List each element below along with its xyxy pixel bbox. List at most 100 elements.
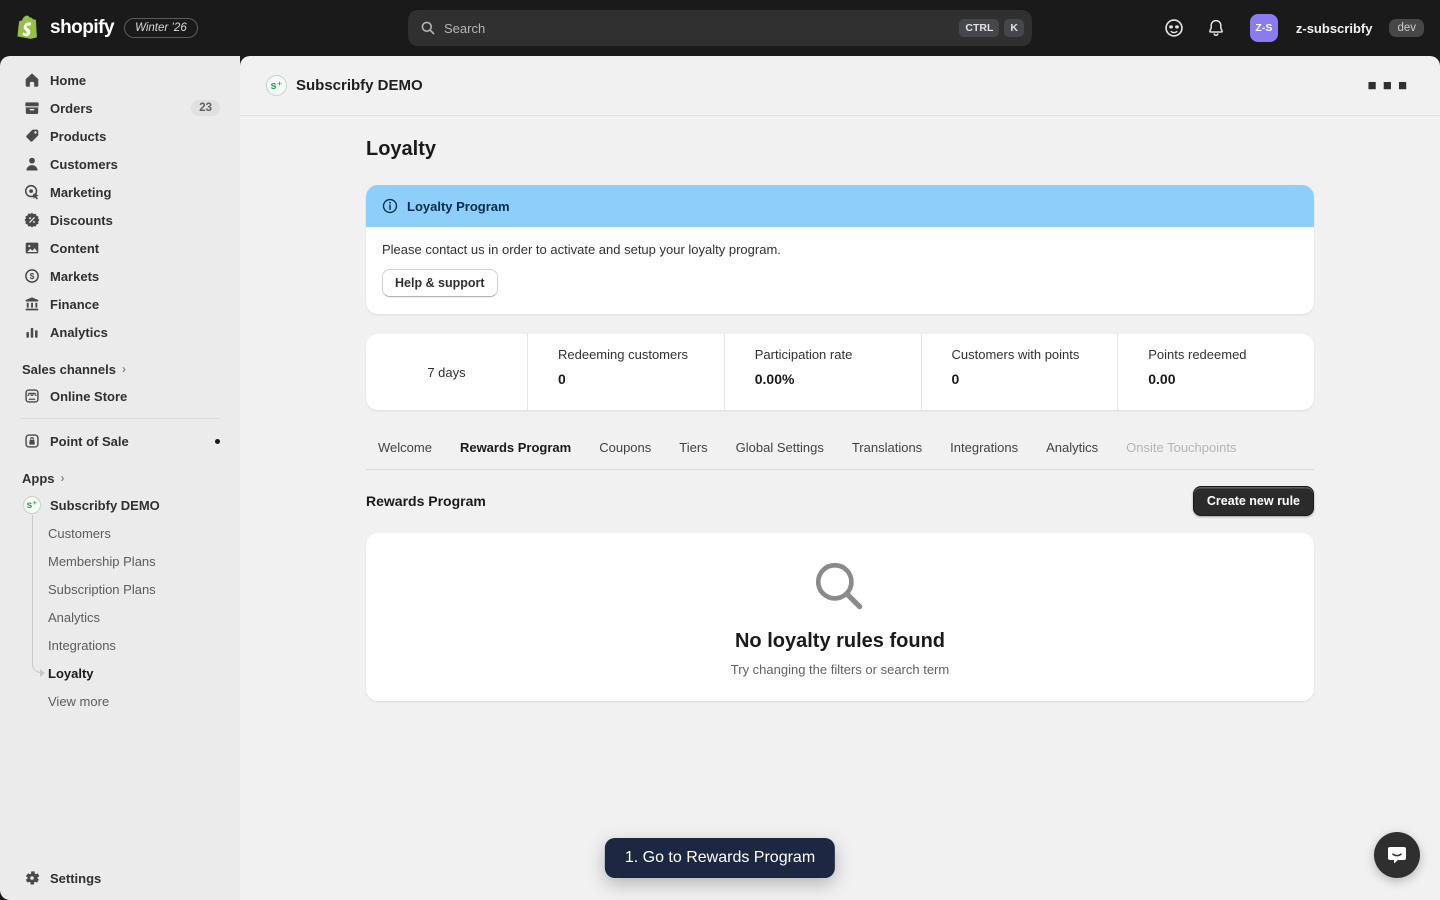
sidebar-item-label: Discounts	[50, 213, 113, 228]
empty-state-subtitle: Try changing the filters or search term	[731, 662, 949, 677]
stat-participation-rate: Participation rate 0.00%	[725, 334, 922, 410]
sidebar-item-online-store[interactable]: Online Store	[12, 382, 228, 410]
shopify-bag-icon	[16, 14, 42, 42]
topbar-right: Z-S z-subscribfy dev	[1158, 12, 1424, 44]
chat-launcher-button[interactable]	[1374, 832, 1420, 878]
chevron-right-icon: ›	[61, 471, 65, 485]
sidebar-subitem-membership-plans[interactable]: Membership Plans	[12, 547, 228, 575]
content-icon	[22, 239, 42, 257]
tab-integrations[interactable]: Integrations	[938, 430, 1030, 469]
sidebar-subitem-customers[interactable]: Customers	[12, 519, 228, 547]
more-actions-button[interactable]: ■ ■ ■	[1361, 73, 1414, 98]
topbar: shopify Winter ’26 Search CTRL K Z-S z-s…	[0, 0, 1440, 56]
store-name[interactable]: z-subscribfy	[1296, 21, 1373, 36]
loyalty-program-banner: Loyalty Program Please contact us in ord…	[366, 185, 1314, 314]
pos-icon	[22, 432, 42, 450]
shortcut-key-ctrl: CTRL	[959, 19, 999, 37]
sidebar-item-label: Point of Sale	[50, 434, 129, 449]
sidebar-item-label: Markets	[50, 269, 99, 284]
tab-coupons[interactable]: Coupons	[587, 430, 663, 469]
page-title: Loyalty	[366, 138, 1314, 161]
stat-customers-with-points: Customers with points 0	[922, 334, 1119, 410]
release-badge: Winter ’26	[124, 18, 198, 38]
sidebar-subitem-integrations[interactable]: Integrations	[12, 631, 228, 659]
apps-label: Apps	[22, 471, 55, 486]
sidebar-item-marketing[interactable]: Marketing	[12, 178, 228, 206]
sidebar-item-home[interactable]: Home	[12, 66, 228, 94]
shopify-logo[interactable]: shopify	[16, 14, 114, 42]
sidebar-item-label: Finance	[50, 297, 99, 312]
sidebar-subitem-loyalty[interactable]: Loyalty	[12, 659, 228, 687]
sidebar-item-label: Customers	[50, 157, 118, 172]
app-page-header: s⁺ Subscribfy DEMO ■ ■ ■	[240, 56, 1440, 116]
tab-tiers[interactable]: Tiers	[667, 430, 719, 469]
banner-header: Loyalty Program	[366, 185, 1314, 227]
discounts-icon	[22, 211, 42, 229]
marketing-icon	[22, 183, 42, 201]
tab-analytics[interactable]: Analytics	[1034, 430, 1110, 469]
banner-title: Loyalty Program	[407, 199, 510, 214]
empty-state-card: No loyalty rules found Try changing the …	[366, 533, 1314, 701]
tab-onsite-touchpoints: Onsite Touchpoints	[1114, 430, 1248, 469]
tab-translations[interactable]: Translations	[840, 430, 934, 469]
sidebar-subitem-analytics[interactable]: Analytics	[12, 603, 228, 631]
subscribfy-app-icon: s⁺	[266, 75, 287, 96]
banner-body: Please contact us in order to activate a…	[366, 227, 1314, 314]
empty-search-icon	[811, 558, 869, 616]
storefront-icon	[22, 387, 42, 405]
sidebar-section-apps[interactable]: Apps ›	[12, 465, 228, 491]
main-pane: s⁺ Subscribfy DEMO ■ ■ ■ Loyalty Loyalty…	[240, 56, 1440, 900]
search-icon	[420, 20, 436, 36]
sidebar-item-label: Settings	[50, 871, 101, 886]
sidebar-item-customers[interactable]: Customers	[12, 150, 228, 178]
gear-icon	[22, 869, 42, 887]
sidebar-item-finance[interactable]: Finance	[12, 290, 228, 318]
search-input[interactable]: Search CTRL K	[408, 10, 1032, 46]
sidebar-item-content[interactable]: Content	[12, 234, 228, 262]
app-frame: Home Orders 23 Products Customers Market…	[0, 56, 1440, 900]
sidebar-item-products[interactable]: Products	[12, 122, 228, 150]
sidebar-item-label: Home	[50, 73, 86, 88]
chevron-right-icon: ›	[122, 362, 126, 376]
sidebar-item-label: Products	[50, 129, 106, 144]
banner-message: Please contact us in order to activate a…	[382, 242, 1298, 257]
sidebar-spacer	[12, 715, 228, 864]
section-title: Rewards Program	[366, 493, 486, 509]
bell-icon	[1206, 18, 1226, 38]
main-content: Loyalty Loyalty Program Please contact u…	[240, 116, 1440, 900]
sidebar-item-subscribfy-app[interactable]: s⁺ Subscribfy DEMO	[12, 491, 228, 519]
sidebar-item-analytics[interactable]: Analytics	[12, 318, 228, 346]
stat-points-redeemed: Points redeemed 0.00	[1118, 334, 1314, 410]
tab-global-settings[interactable]: Global Settings	[724, 430, 836, 469]
sidebar-item-settings[interactable]: Settings	[12, 864, 228, 892]
sidebar-subitem-view-more[interactable]: View more	[12, 687, 228, 715]
tab-welcome[interactable]: Welcome	[366, 430, 444, 469]
env-badge: dev	[1389, 19, 1424, 37]
sales-channels-label: Sales channels	[22, 362, 116, 377]
loyalty-tabs: Welcome Rewards Program Coupons Tiers Gl…	[366, 430, 1314, 470]
sidebar-item-label: Online Store	[50, 389, 127, 404]
sidebar-subitem-subscription-plans[interactable]: Subscription Plans	[12, 575, 228, 603]
app-sublist: Customers Membership Plans Subscription …	[12, 519, 228, 715]
help-support-button[interactable]: Help & support	[382, 269, 498, 297]
stats-card: 7 days Redeeming customers 0 Participati…	[366, 334, 1314, 410]
sidekick-button[interactable]	[1158, 12, 1190, 44]
notifications-button[interactable]	[1200, 12, 1232, 44]
store-avatar[interactable]: Z-S	[1250, 14, 1278, 42]
sidebar-item-discounts[interactable]: Discounts	[12, 206, 228, 234]
info-icon	[381, 197, 399, 215]
sidebar-item-markets[interactable]: $ Markets	[12, 262, 228, 290]
orders-count-badge: 23	[191, 100, 220, 116]
create-new-rule-button[interactable]: Create new rule	[1193, 486, 1314, 516]
products-icon	[22, 127, 42, 145]
sidebar-item-orders[interactable]: Orders 23	[12, 94, 228, 122]
sidebar-item-point-of-sale[interactable]: Point of Sale	[12, 427, 228, 455]
tour-step-tooltip[interactable]: 1. Go to Rewards Program	[605, 838, 835, 878]
chat-bubble-icon	[1385, 843, 1409, 867]
sidebar: Home Orders 23 Products Customers Market…	[0, 56, 240, 900]
tab-rewards-program[interactable]: Rewards Program	[448, 430, 583, 469]
sidebar-item-label: Analytics	[50, 325, 108, 340]
search-placeholder: Search	[444, 21, 954, 36]
shortcut-key-k: K	[1004, 19, 1024, 37]
sidebar-section-sales-channels[interactable]: Sales channels ›	[12, 356, 228, 382]
